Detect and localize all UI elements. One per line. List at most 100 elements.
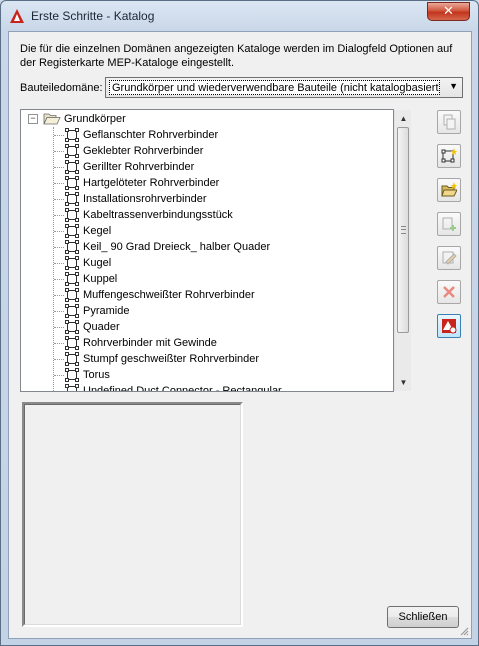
close-dialog-button[interactable]: Schließen	[387, 606, 459, 628]
part-icon	[65, 160, 79, 174]
tree-item[interactable]: Gerillter Rohrverbinder	[21, 159, 391, 175]
tree-connector-line	[54, 231, 64, 232]
tree-item-label: Kabeltrassenverbindungsstück	[83, 209, 233, 221]
part-icon	[65, 144, 79, 158]
autocad-mep-icon	[442, 319, 457, 334]
tree-item[interactable]: Kuppel	[21, 271, 391, 287]
tree-connector-line	[54, 311, 64, 312]
tree-connector-line	[54, 199, 64, 200]
tree-item[interactable]: Installationsrohrverbinder	[21, 191, 391, 207]
preview-pane-inner	[24, 404, 241, 625]
mep-catalog-button[interactable]	[437, 314, 461, 338]
dialog-window: Erste Schritte - Katalog ✕ Die für die e…	[0, 0, 479, 646]
tree-connector-line	[54, 327, 64, 328]
tree-item[interactable]: Rohrverbinder mit Gewinde	[21, 335, 391, 351]
tree-item-label: Kegel	[83, 225, 112, 237]
tree-connector-line	[54, 391, 64, 392]
tree-item[interactable]: Keil_ 90 Grad Dreieck_ halber Quader	[21, 239, 391, 255]
tree-connector-line	[54, 295, 64, 296]
catalog-tree[interactable]: − Grundkörper Geflanschter Rohrverbinder…	[20, 109, 394, 392]
scrollbar-thumb[interactable]	[397, 127, 409, 333]
tree-item-label: Geklebter Rohrverbinder	[83, 145, 204, 157]
delete-icon	[443, 286, 455, 298]
edit-part-button[interactable]	[437, 246, 461, 270]
part-icon	[65, 240, 79, 254]
delete-button[interactable]	[437, 280, 461, 304]
tree-item[interactable]: Undefined Duct Connector - Rectangular	[21, 383, 391, 392]
part-icon	[65, 320, 79, 334]
open-catalog-button[interactable]	[437, 178, 461, 202]
tree-connector-line	[54, 135, 64, 136]
tree-item[interactable]: Geklebter Rohrverbinder	[21, 143, 391, 159]
tree-item[interactable]: Geflanschter Rohrverbinder	[21, 127, 391, 143]
tree-connector-line	[54, 247, 64, 248]
tree-item[interactable]: Pyramide	[21, 303, 391, 319]
tree-item[interactable]: Stumpf geschweißter Rohrverbinder	[21, 351, 391, 367]
tree-item-label: Muffengeschweißter Rohrverbinder	[83, 289, 255, 301]
part-icon	[65, 192, 79, 206]
tree-item-label: Undefined Duct Connector - Rectangular	[83, 385, 282, 392]
tree-root-grundkoerper[interactable]: − Grundkörper	[21, 111, 391, 127]
tree-item-label: Pyramide	[83, 305, 130, 317]
part-icon	[65, 288, 79, 302]
new-part-icon	[441, 148, 457, 163]
autocad-logo-icon	[10, 9, 24, 23]
tree-connector-line	[54, 151, 64, 152]
title-bar[interactable]: Erste Schritte - Katalog ✕	[1, 1, 478, 31]
description-text: Die für die einzelnen Domänen angezeigte…	[20, 43, 453, 69]
dialog-client-area: Die für die einzelnen Domänen angezeigte…	[8, 31, 472, 639]
grip-icon	[401, 226, 406, 234]
add-size-icon	[442, 217, 456, 231]
collapse-toggle-icon[interactable]: −	[28, 114, 38, 124]
tree-item[interactable]: Torus	[21, 367, 391, 383]
edit-part-icon	[442, 251, 457, 265]
tree-item[interactable]: Hartgelöteter Rohrverbinder	[21, 175, 391, 191]
part-icon	[65, 272, 79, 286]
tree-item[interactable]: Quader	[21, 319, 391, 335]
tree-connector-line	[54, 183, 64, 184]
scroll-down-arrow-icon[interactable]: ▼	[395, 374, 412, 391]
part-icon	[65, 336, 79, 350]
tree-item[interactable]: Kegel	[21, 223, 391, 239]
tree-connector-line	[54, 215, 64, 216]
tree-item-label: Installationsrohrverbinder	[83, 193, 207, 205]
open-folder-icon	[43, 113, 61, 125]
window-close-button[interactable]: ✕	[427, 2, 470, 21]
part-icon	[65, 208, 79, 222]
tree-item-label: Gerillter Rohrverbinder	[83, 161, 195, 173]
close-icon: ✕	[443, 4, 454, 19]
domain-label: Bauteiledomäne:	[20, 82, 103, 94]
tree-connector-line	[54, 263, 64, 264]
part-icon	[65, 304, 79, 318]
new-part-button[interactable]	[437, 144, 461, 168]
tree-scrollbar[interactable]: ▲ ▼	[394, 110, 411, 391]
tree-item-label: Hartgelöteter Rohrverbinder	[83, 177, 220, 189]
part-icon	[65, 256, 79, 270]
tree-item[interactable]: Kabeltrassenverbindungsstück	[21, 207, 391, 223]
add-size-button[interactable]	[437, 212, 461, 236]
dropdown-arrow-icon[interactable]: ▼	[449, 81, 458, 91]
copy-button[interactable]	[437, 110, 461, 134]
resize-grip-icon[interactable]	[459, 626, 469, 636]
tree-connector-line	[54, 359, 64, 360]
tree-item-label: Stumpf geschweißter Rohrverbinder	[83, 353, 260, 365]
open-folder-icon	[441, 182, 457, 197]
domain-dropdown[interactable]: Grundkörper und wiederverwendbare Bautei…	[105, 77, 463, 98]
tree-connector-line	[54, 343, 64, 344]
scroll-up-arrow-icon[interactable]: ▲	[395, 110, 412, 127]
window-title: Erste Schritte - Katalog	[31, 9, 155, 23]
tree-item[interactable]: Muffengeschweißter Rohrverbinder	[21, 287, 391, 303]
part-icon	[65, 128, 79, 142]
domain-dropdown-value: Grundkörper und wiederverwendbare Bautei…	[109, 80, 440, 95]
part-icon	[65, 384, 79, 391]
tree-connector-line	[54, 167, 64, 168]
part-icon	[65, 224, 79, 238]
part-icon	[65, 368, 79, 382]
tree-item-label: Keil_ 90 Grad Dreieck_ halber Quader	[83, 241, 271, 253]
tree-root-label: Grundkörper	[64, 113, 126, 125]
preview-pane	[22, 402, 243, 627]
copy-icon	[443, 114, 456, 130]
tree-item[interactable]: Kugel	[21, 255, 391, 271]
tree-connector-line	[54, 279, 64, 280]
tree-connector-line	[54, 375, 64, 376]
